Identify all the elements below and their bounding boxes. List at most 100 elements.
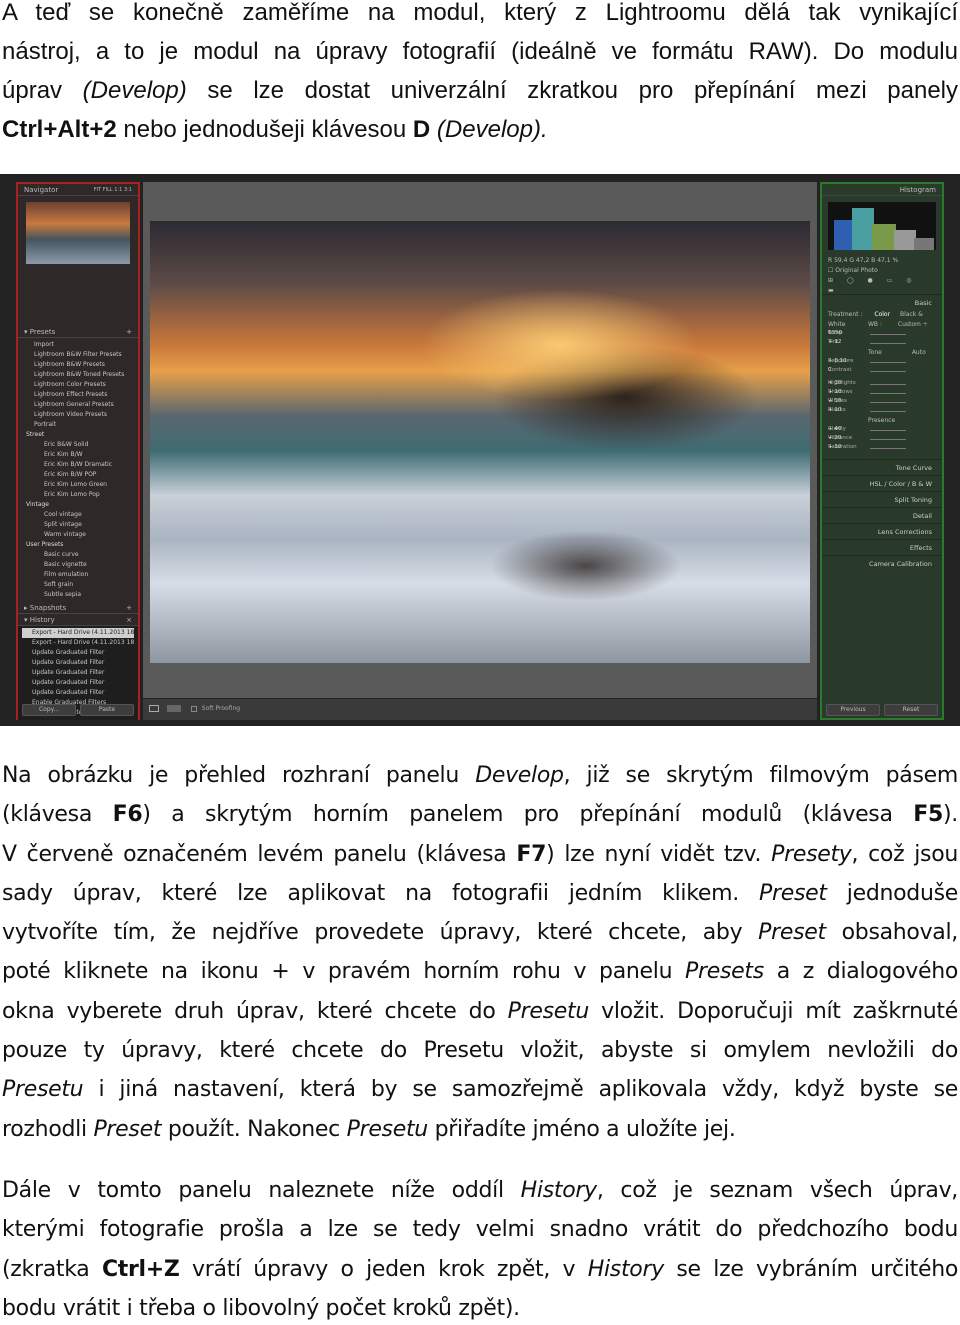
tool-strip: ⊞ ◯ ● ▭ ◎ ▬ — [828, 277, 918, 294]
panel-header[interactable]: Detail — [822, 507, 942, 523]
slider-value: + 10 — [828, 407, 842, 413]
body-line: rozhodli Preset použít. Nakonec Presetu … — [2, 1116, 736, 1142]
preset-folder[interactable]: Portrait — [22, 420, 134, 430]
intro-paragraph: A teď se konečně zaměříme na modul, kter… — [2, 0, 958, 149]
slider-row[interactable]: Highlights + 10 — [828, 380, 936, 389]
presence-label: Presence — [868, 417, 896, 424]
slider-value: 6350 — [828, 330, 842, 336]
preset-folder[interactable]: Import — [22, 340, 134, 350]
color-option[interactable]: Color — [874, 311, 890, 318]
slider-row[interactable]: Saturation + 10 — [828, 444, 936, 453]
slider-value: + 10 — [828, 380, 842, 386]
preset-folder[interactable]: Lightroom Video Presets — [22, 410, 134, 420]
copy-button[interactable]: Copy... — [22, 704, 76, 716]
panel-header[interactable]: Lens Corrections — [822, 523, 942, 539]
slider-row[interactable]: Contrast 0 — [828, 367, 936, 376]
body-line: Dále v tomto panelu naleznete níže oddíl… — [2, 1178, 959, 1203]
preset-folder[interactable]: Lightroom B&W Presets — [22, 360, 134, 370]
reset-button[interactable]: Reset — [884, 704, 938, 716]
history-item[interactable]: Export - Hard Drive (4.11.2013 18:53:02) — [22, 638, 134, 648]
slider-row[interactable]: Temp 6350 — [828, 330, 936, 339]
right-panel: Histogram R 59,4 G 47,2 B 47,1 % ☐ Origi… — [820, 182, 944, 720]
slider-row[interactable]: Shadows + 10 — [828, 389, 936, 398]
preset-item[interactable]: Soft grain — [22, 580, 134, 590]
presets-list: Import Lightroom B&W Filter Presets Lightr… — [18, 338, 138, 602]
toolbar: Soft Proofing — [143, 698, 817, 720]
body-line: (zkratka Ctrl+Z vrátí úpravy o jeden kro… — [2, 1256, 958, 1282]
body-line: Presetu i jiná nastavení, která by se sa… — [2, 1077, 958, 1103]
slider-value: + 0,10 — [828, 358, 847, 364]
intro-line: Ctrl+Alt+2 nebo jednodušeji klávesou D (… — [2, 116, 548, 143]
body-line: kterými fotografie prošla a lze se tedy … — [2, 1217, 958, 1243]
body-line: (klávesa F6) a skrytým horním panelem pr… — [2, 802, 958, 828]
intro-line: úprav (Develop) se lze dostat univerzáln… — [2, 77, 959, 104]
preset-item[interactable]: Eric Kim B/W Dramatic — [22, 460, 134, 470]
preset-item[interactable]: Warm vintage — [22, 530, 134, 540]
history-item[interactable]: Update Graduated Filter — [22, 668, 134, 678]
preset-item[interactable]: Basic curve — [22, 550, 134, 560]
preset-folder[interactable]: Lightroom Effect Presets — [22, 390, 134, 400]
close-icon[interactable]: × — [126, 614, 132, 626]
slider-row[interactable]: Whites + 10 — [828, 398, 936, 407]
panel-header[interactable]: Split Toning — [822, 491, 942, 507]
navigator-header[interactable]: Navigator FIT FILL 1:1 3:1 — [18, 184, 138, 196]
history-item[interactable]: Update Graduated Filter — [22, 678, 134, 688]
preset-item[interactable]: Basic vignette — [22, 560, 134, 570]
preset-item[interactable]: Split vintage — [22, 520, 134, 530]
preset-item[interactable]: Cool vintage — [22, 510, 134, 520]
history-item[interactable]: Update Graduated Filter — [22, 658, 134, 668]
panel-header[interactable]: Tone Curve — [822, 459, 942, 475]
slider-row[interactable]: Blacks + 10 — [828, 407, 936, 416]
preset-folder[interactable]: Lightroom B&W Toned Presets — [22, 370, 134, 380]
paste-button[interactable]: Paste — [80, 704, 134, 716]
history-item[interactable]: Update Graduated Filter — [22, 688, 134, 698]
wb-row[interactable]: WB : Custom ÷ — [822, 320, 942, 330]
slider-row[interactable]: Exposure + 0,10 — [828, 358, 936, 367]
slider-value: + 20 — [828, 435, 842, 441]
original-photo-checkbox[interactable]: ☐ Original Photo — [822, 266, 942, 276]
left-panel: Navigator FIT FILL 1:1 3:1 ▾ Presets + Imp… — [16, 182, 140, 720]
history-item[interactable]: Update Graduated Filter — [22, 648, 134, 658]
presets-header[interactable]: ▾ Presets + — [18, 326, 138, 338]
preset-item[interactable]: Eric Kim B/W — [22, 450, 134, 460]
before-after-icon[interactable] — [166, 705, 181, 712]
history-paragraph: Dále v tomto panelu naleznete níže oddíl… — [2, 1171, 958, 1325]
slider-row[interactable]: Clarity + 40 — [828, 426, 936, 435]
add-preset-icon[interactable]: + — [126, 326, 132, 338]
rgb-readout: R 59,4 G 47,2 B 47,1 % — [828, 257, 899, 264]
preset-folder[interactable]: Street — [22, 430, 134, 440]
snapshots-header[interactable]: ▸ Snapshots + — [18, 602, 138, 614]
history-item[interactable]: Export - Hard Drive (4.11.2013 18:57:15) — [22, 628, 134, 638]
panel-header[interactable]: Camera Calibration — [822, 555, 942, 571]
preset-folder[interactable]: User Presets — [22, 540, 134, 550]
preset-folder[interactable]: Lightroom General Presets — [22, 400, 134, 410]
navigator-thumbnail[interactable] — [26, 202, 130, 264]
preset-item[interactable]: Eric Kim Lomo Pop — [22, 490, 134, 500]
slider-row[interactable]: Vibrance + 20 — [828, 435, 936, 444]
body-line: bodu vrátit i třeba o libovolný počet kr… — [2, 1295, 520, 1321]
preset-folder[interactable]: Lightroom B&W Filter Presets — [22, 350, 134, 360]
panel-header[interactable]: HSL / Color / B & W — [822, 475, 942, 491]
body-line: vytvoříte tím, že nejdříve provedete úpr… — [2, 920, 958, 946]
body-line: sady úprav, které lze aplikovat na fotog… — [2, 880, 959, 906]
histogram-header[interactable]: Histogram — [822, 184, 942, 196]
history-header[interactable]: ▾ History × — [18, 614, 138, 626]
body-line: pouze ty úpravy, které chcete do Presetu… — [2, 1038, 958, 1064]
slider-row[interactable]: Tint + 12 — [828, 339, 936, 348]
preset-folder[interactable]: Lightroom Color Presets — [22, 380, 134, 390]
previous-button[interactable]: Previous — [826, 704, 880, 716]
body-line: Na obrázku je přehled rozhraní panelu De… — [2, 763, 958, 788]
preset-item[interactable]: Subtle sepia — [22, 590, 134, 600]
preset-folder[interactable]: Vintage — [22, 500, 134, 510]
view-mode-icon[interactable] — [149, 705, 159, 712]
preset-item[interactable]: Film emulation — [22, 570, 134, 580]
panel-header[interactable]: Effects — [822, 539, 942, 555]
preset-item[interactable]: Eric Kim B/W POP — [22, 470, 134, 480]
auto-button[interactable]: Auto — [912, 349, 926, 356]
preset-item[interactable]: Eric Kim Lomo Green — [22, 480, 134, 490]
intro-line: nástroj, a to je modul na úpravy fotogra… — [2, 38, 958, 65]
landscape-photo[interactable] — [150, 221, 810, 663]
soft-proofing-checkbox[interactable] — [190, 705, 197, 712]
basic-header[interactable]: Basic — [822, 294, 942, 310]
preset-item[interactable]: Eric B&W Solid — [22, 440, 134, 450]
